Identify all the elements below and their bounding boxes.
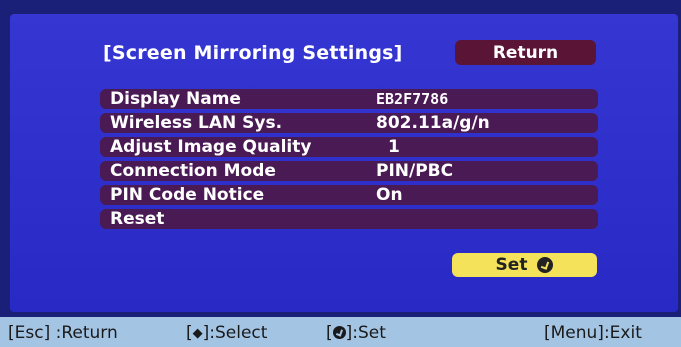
setting-value: EB2F7786 <box>376 90 449 108</box>
setting-row-reset[interactable]: Reset <box>100 207 598 231</box>
hint-esc-return: [Esc] :Return <box>8 323 118 343</box>
set-hint-label: ]:Set <box>345 323 386 343</box>
set-button[interactable]: Set <box>452 253 597 277</box>
setting-label: PIN Code Notice <box>110 185 265 205</box>
setting-row-wireless-lan-sys[interactable]: Wireless LAN Sys. 802.11a/g/n <box>100 111 598 135</box>
enter-icon <box>537 257 554 273</box>
key-hint-bar: [Esc] :Return [◆]:Select []:Set [Menu]:E… <box>0 317 681 347</box>
setting-row-connection-mode[interactable]: Connection Mode PIN/PBC <box>100 159 598 183</box>
esc-action-label: :Return <box>55 323 118 343</box>
up-down-arrow-icon: ◆ <box>192 326 203 341</box>
select-label: ]:Select <box>202 323 268 343</box>
setting-label: Adjust Image Quality <box>110 137 312 157</box>
return-button[interactable]: Return <box>455 40 596 65</box>
hint-select: [◆]:Select <box>186 323 267 343</box>
setting-label: Wireless LAN Sys. <box>110 113 283 133</box>
return-button-label: Return <box>492 42 559 63</box>
setting-value: On <box>376 185 403 205</box>
settings-list: Display Name EB2F7786 Wireless LAN Sys. … <box>100 87 598 231</box>
set-open-bracket: [ <box>326 323 333 343</box>
set-button-label: Set <box>495 255 528 275</box>
esc-key-label: [Esc] <box>8 323 51 343</box>
setting-value: 1 <box>388 137 400 157</box>
setting-label: Connection Mode <box>110 161 276 181</box>
menu-title: [Screen Mirroring Settings] <box>103 42 403 64</box>
select-open-bracket: [ <box>186 323 193 343</box>
setting-value: 802.11a/g/n <box>376 113 490 133</box>
setting-value: PIN/PBC <box>376 161 454 181</box>
setting-row-adjust-image-quality[interactable]: Adjust Image Quality 1 <box>100 135 598 159</box>
hint-set: [ ]:Set <box>326 323 386 343</box>
enter-icon <box>332 326 346 339</box>
hint-menu-exit: [Menu]:Exit <box>544 323 642 343</box>
setting-label: Reset <box>110 209 165 229</box>
setting-row-display-name[interactable]: Display Name EB2F7786 <box>100 87 598 111</box>
setting-row-pin-code-notice[interactable]: PIN Code Notice On <box>100 183 598 207</box>
setting-label: Display Name <box>110 89 241 109</box>
